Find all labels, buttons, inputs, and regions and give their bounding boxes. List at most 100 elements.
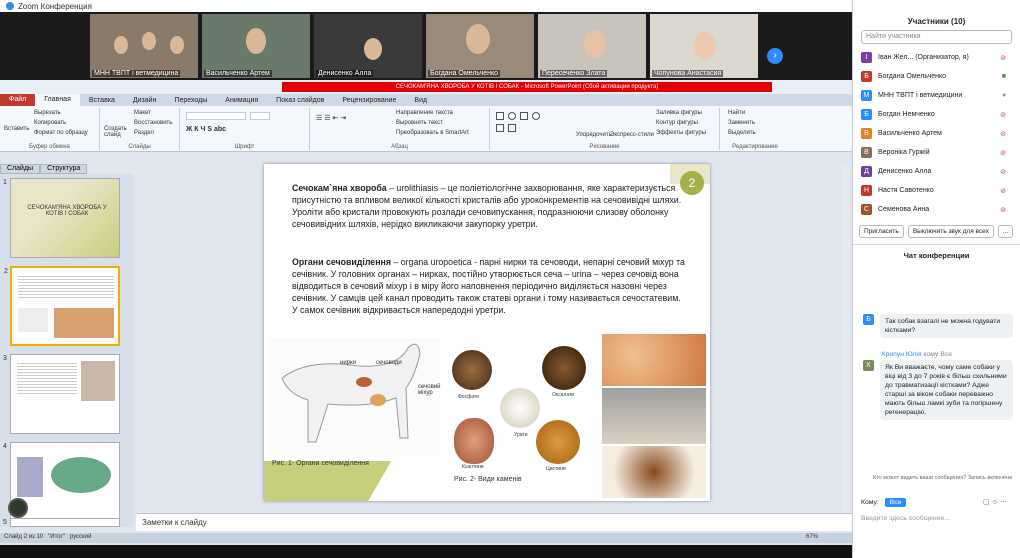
zoom-level[interactable]: 67%	[806, 534, 818, 540]
avatar: Х	[863, 360, 874, 371]
participants-title: Участники (10)	[907, 17, 966, 26]
group-paragraph: Направление текста Выровнять текст Преоб…	[310, 108, 490, 150]
arrow-shape-icon[interactable]	[508, 124, 516, 132]
thumb-image	[51, 457, 111, 493]
group-slides: Создать слайд Макет Восстановить Раздел …	[100, 108, 180, 150]
participant-row[interactable]: Б Богдана Омельченко ■	[853, 67, 1020, 86]
text-direction-button[interactable]: Направление текста	[396, 110, 453, 116]
tab-animation[interactable]: Анимация	[216, 97, 267, 104]
participant-row[interactable]: Д Денисенко Алла ⊘	[853, 162, 1020, 181]
replace-button[interactable]: Заменить	[728, 120, 755, 126]
video-strip: МНН ТВПТ і ветмедицина Васильченко Артем…	[0, 12, 852, 80]
avatar: Б	[863, 314, 874, 325]
arrange-button[interactable]: Упорядочить	[576, 132, 612, 138]
new-slide-button[interactable]: Создать слайд	[104, 126, 130, 138]
line-shape-icon[interactable]	[496, 124, 504, 132]
participant-row[interactable]: Б Богдан Немченко ⊘	[853, 105, 1020, 124]
slide-thumb[interactable]: 5	[3, 518, 120, 527]
paste-button[interactable]: Вставить	[4, 126, 29, 132]
slide-thumb-num: 1	[3, 179, 7, 186]
paragraph-1[interactable]: Сечокам`яна хвороба – urolithiasis – це …	[292, 182, 682, 230]
participant-row[interactable]: С Семенова Анна ⊘	[853, 200, 1020, 219]
shape-effects-button[interactable]: Эффекты фигуры	[656, 130, 706, 136]
bold-icon[interactable]: Ж К Ч S abc	[186, 126, 226, 133]
rect-shape-icon[interactable]	[520, 112, 528, 120]
select-button[interactable]: Выделить	[728, 130, 756, 136]
tab-design[interactable]: Дизайн	[124, 97, 166, 104]
slide-thumb[interactable]: 2	[4, 266, 120, 346]
thumb-image	[54, 308, 114, 338]
font-name-select[interactable]	[186, 112, 246, 120]
font-size-select[interactable]	[250, 112, 270, 120]
video-tile[interactable]: Богдана Омельченко	[426, 14, 534, 78]
participant-row[interactable]: В Васильченко Артем ⊘	[853, 124, 1020, 143]
participant-search-input[interactable]: Найти участника	[861, 30, 1012, 44]
tab-transitions[interactable]: Переходы	[165, 97, 216, 104]
paragraph-2[interactable]: Органи сечовиділення – organa uropoetica…	[292, 256, 686, 316]
chat-recipient-select[interactable]: Все	[884, 498, 907, 507]
tab-insert[interactable]: Вставка	[80, 97, 124, 104]
section-button[interactable]: Раздел	[134, 130, 154, 136]
group-label: Буфер обмена	[29, 144, 70, 150]
video-tile[interactable]: Васильченко Артем	[202, 14, 310, 78]
group-drawing: Упорядочить Экспресс-стили Заливка фигур…	[490, 108, 720, 150]
more-button[interactable]: ...	[997, 225, 1014, 238]
cut-button[interactable]: Вырезать	[34, 110, 61, 116]
slide-scrollbar[interactable]	[842, 164, 850, 513]
slide-thumb-num: 4	[3, 443, 7, 450]
chat-file-icon[interactable]: ▢ ☺ ⋯	[983, 498, 1007, 507]
video-tile[interactable]: Пересеченко Злата	[538, 14, 646, 78]
video-tile[interactable]: МНН ТВПТ і ветмедицина	[90, 14, 198, 78]
slide-thumb-num: 5	[3, 519, 7, 526]
notes-area[interactable]: Заметки к слайду	[136, 513, 852, 531]
oval-shape-icon[interactable]	[532, 112, 540, 120]
slide-thumb[interactable]: 1 СЕЧОКАМ'ЯНА ХВОРОБА У КОТІВ І СОБАК	[3, 178, 120, 258]
label-bladder: сечовий міхур	[418, 384, 441, 396]
shape-outline-button[interactable]: Контур фигуры	[656, 120, 698, 126]
participant-row[interactable]: М МНН ТВПТ і ветмедицини ♦	[853, 86, 1020, 105]
participant-name: МНН ТВПТ і ветмедицини	[878, 92, 963, 99]
list-icon[interactable]: ☰ ☰ ⇤ ⇥	[316, 114, 346, 122]
copy-button[interactable]: Копировать	[34, 120, 66, 126]
video-tile[interactable]: Чопунова Анастасия	[650, 14, 758, 78]
invite-button[interactable]: Пригласить	[859, 225, 904, 238]
group-font: Ж К Ч S abc Шрифт	[180, 108, 310, 150]
participant-row[interactable]: В Вероніка Гуржій ⊘	[853, 143, 1020, 162]
participant-row[interactable]: І Іван Жел... (Организатор, я) ⊘	[853, 48, 1020, 67]
mic-muted-icon: ⊘	[1000, 131, 1006, 138]
chat-input[interactable]: Введите здесь сообщение...	[861, 514, 1011, 523]
reset-button[interactable]: Восстановить	[134, 120, 172, 126]
mic-muted-icon: ⊘	[1000, 150, 1006, 157]
avatar: С	[861, 204, 872, 215]
oval-shape-icon[interactable]	[508, 112, 516, 120]
quick-styles-button[interactable]: Экспресс-стили	[610, 132, 654, 138]
slide-thumb[interactable]: 3	[3, 354, 120, 434]
mic-muted-icon: ⊘	[1000, 169, 1006, 176]
next-page-icon[interactable]: ›	[767, 48, 783, 64]
mute-all-button[interactable]: Выключить звук для всех	[907, 225, 994, 238]
pen-tool-icon[interactable]	[8, 498, 28, 518]
slide-canvas[interactable]: 2 Сечокам`яна хвороба – urolithiasis – ц…	[264, 164, 710, 501]
tab-outline[interactable]: Структура	[40, 164, 88, 174]
tab-review[interactable]: Рецензирование	[333, 97, 405, 104]
chat-privacy-notice[interactable]: Кто может видеть ваши сообщения? Запись …	[873, 474, 1013, 483]
group-editing: Найти Заменить Выделить Редактирование	[720, 108, 790, 150]
mic-muted-icon: ⊘	[1000, 188, 1006, 195]
layout-button[interactable]: Макет	[134, 110, 151, 116]
rect-shape-icon[interactable]	[496, 112, 504, 120]
video-tile[interactable]: Денисенко Алла	[314, 14, 422, 78]
find-button[interactable]: Найти	[728, 110, 745, 116]
tab-slideshow[interactable]: Показ слайдов	[267, 97, 333, 104]
pane-tabs: Слайды Структура	[0, 164, 133, 174]
format-painter-button[interactable]: Формат по образцу	[34, 130, 88, 136]
smartart-button[interactable]: Преобразовать в SmartArt	[396, 130, 469, 136]
slides-pane: 1 СЕЧОКАМ'ЯНА ХВОРОБА У КОТІВ І СОБАК 2 …	[0, 174, 133, 527]
participant-row[interactable]: Н Настя Савотенко ⊘	[853, 181, 1020, 200]
align-text-button[interactable]: Выровнять текст	[396, 120, 443, 126]
tab-slides[interactable]: Слайды	[0, 164, 41, 174]
tab-view[interactable]: Вид	[405, 97, 436, 104]
zoom-titlebar: Zoom Конференция	[0, 0, 852, 12]
shape-fill-button[interactable]: Заливка фигуры	[656, 110, 702, 116]
tab-home[interactable]: Главная	[35, 94, 80, 106]
tab-file[interactable]: Файл	[0, 94, 36, 106]
